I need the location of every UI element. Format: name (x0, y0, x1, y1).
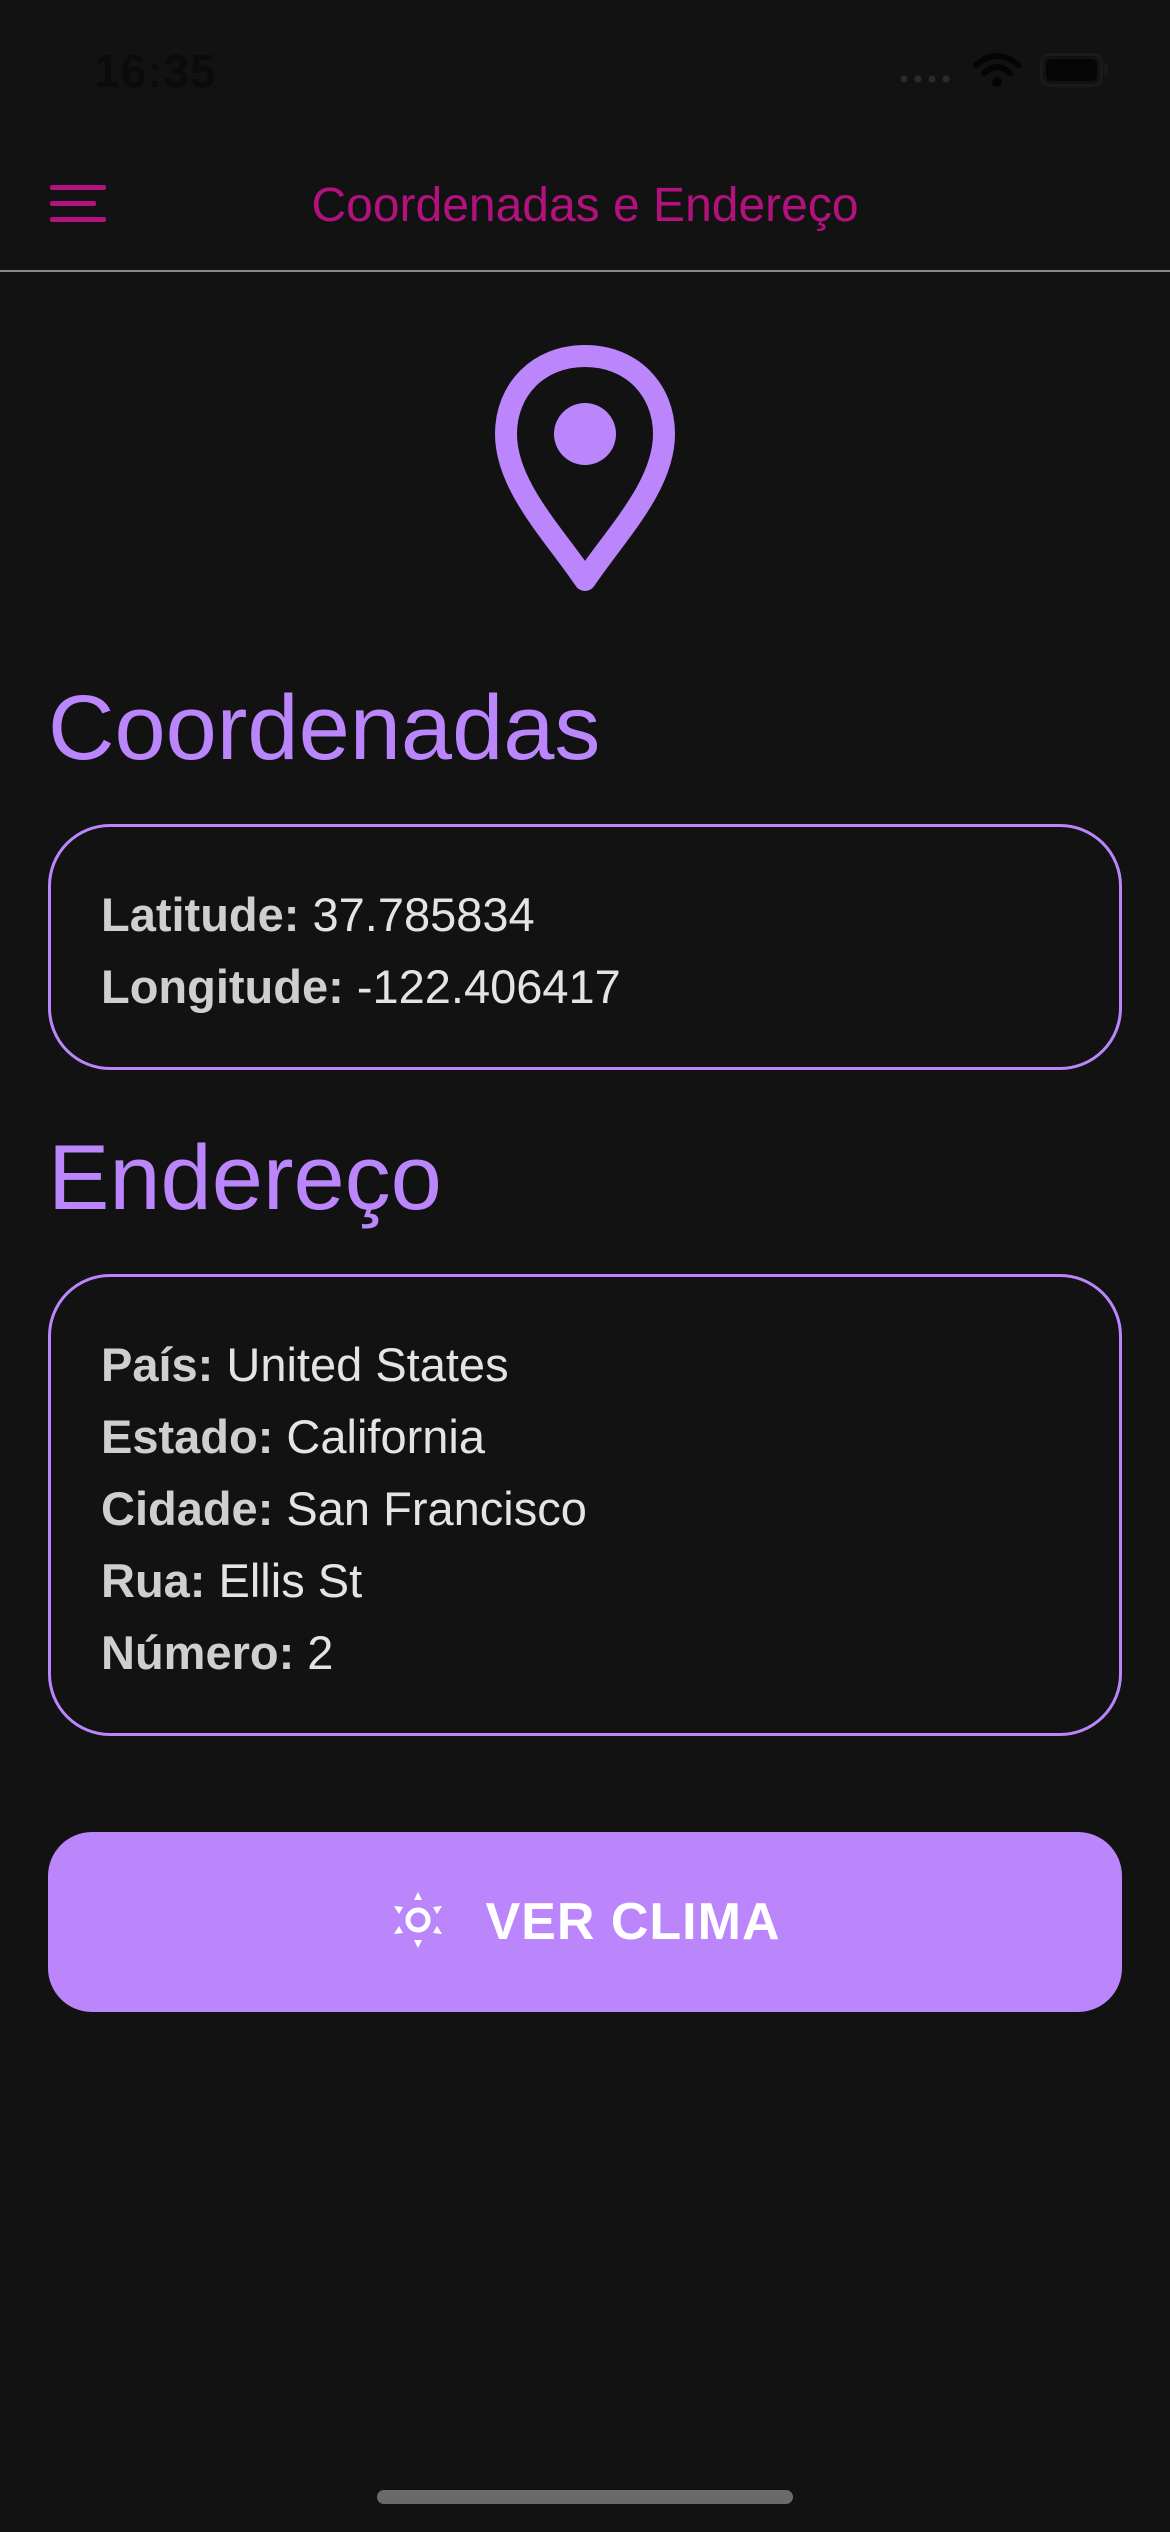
city-label: Cidade: (101, 1482, 274, 1535)
country-label: País: (101, 1338, 214, 1391)
longitude-row: Longitude: -122.406417 (101, 951, 1119, 1023)
latitude-value: 37.785834 (312, 888, 535, 941)
status-icons (898, 52, 1110, 92)
number-label: Número: (101, 1626, 295, 1679)
country-row: País: United States (101, 1329, 1119, 1401)
number-value: 2 (307, 1626, 334, 1679)
street-row: Rua: Ellis St (101, 1545, 1119, 1617)
city-value: San Francisco (286, 1482, 587, 1535)
view-weather-label: VER CLIMA (485, 1893, 781, 1951)
latitude-label: Latitude: (101, 888, 300, 941)
latitude-row: Latitude: 37.785834 (101, 879, 1119, 951)
address-heading: Endereço (48, 1127, 442, 1229)
street-label: Rua: (101, 1554, 206, 1607)
number-row: Número: 2 (101, 1617, 1119, 1689)
battery-icon (1040, 52, 1110, 92)
longitude-value: -122.406417 (356, 960, 621, 1013)
location-pin-icon (494, 344, 676, 596)
app-bar: Coordenadas e Endereço (0, 140, 1170, 272)
status-time: 16:35 (94, 45, 217, 97)
coordinates-heading: Coordenadas (48, 677, 601, 779)
state-row: Estado: California (101, 1401, 1119, 1473)
view-weather-button[interactable]: VER CLIMA (48, 1832, 1122, 2012)
page-title: Coordenadas e Endereço (311, 179, 859, 232)
state-label: Estado: (101, 1410, 274, 1463)
coordinates-card: Latitude: 37.785834 Longitude: -122.4064… (48, 824, 1122, 1070)
wifi-icon (972, 51, 1022, 94)
city-row: Cidade: San Francisco (101, 1473, 1119, 1545)
address-card: País: United States Estado: California C… (48, 1274, 1122, 1736)
status-bar: 16:35 (0, 0, 1170, 140)
home-indicator[interactable] (377, 2490, 793, 2504)
country-value: United States (226, 1338, 509, 1391)
longitude-label: Longitude: (101, 960, 344, 1013)
cellular-signal-icon (898, 55, 954, 90)
street-value: Ellis St (218, 1554, 363, 1607)
sun-icon (390, 1890, 446, 1955)
state-value: California (286, 1410, 485, 1463)
